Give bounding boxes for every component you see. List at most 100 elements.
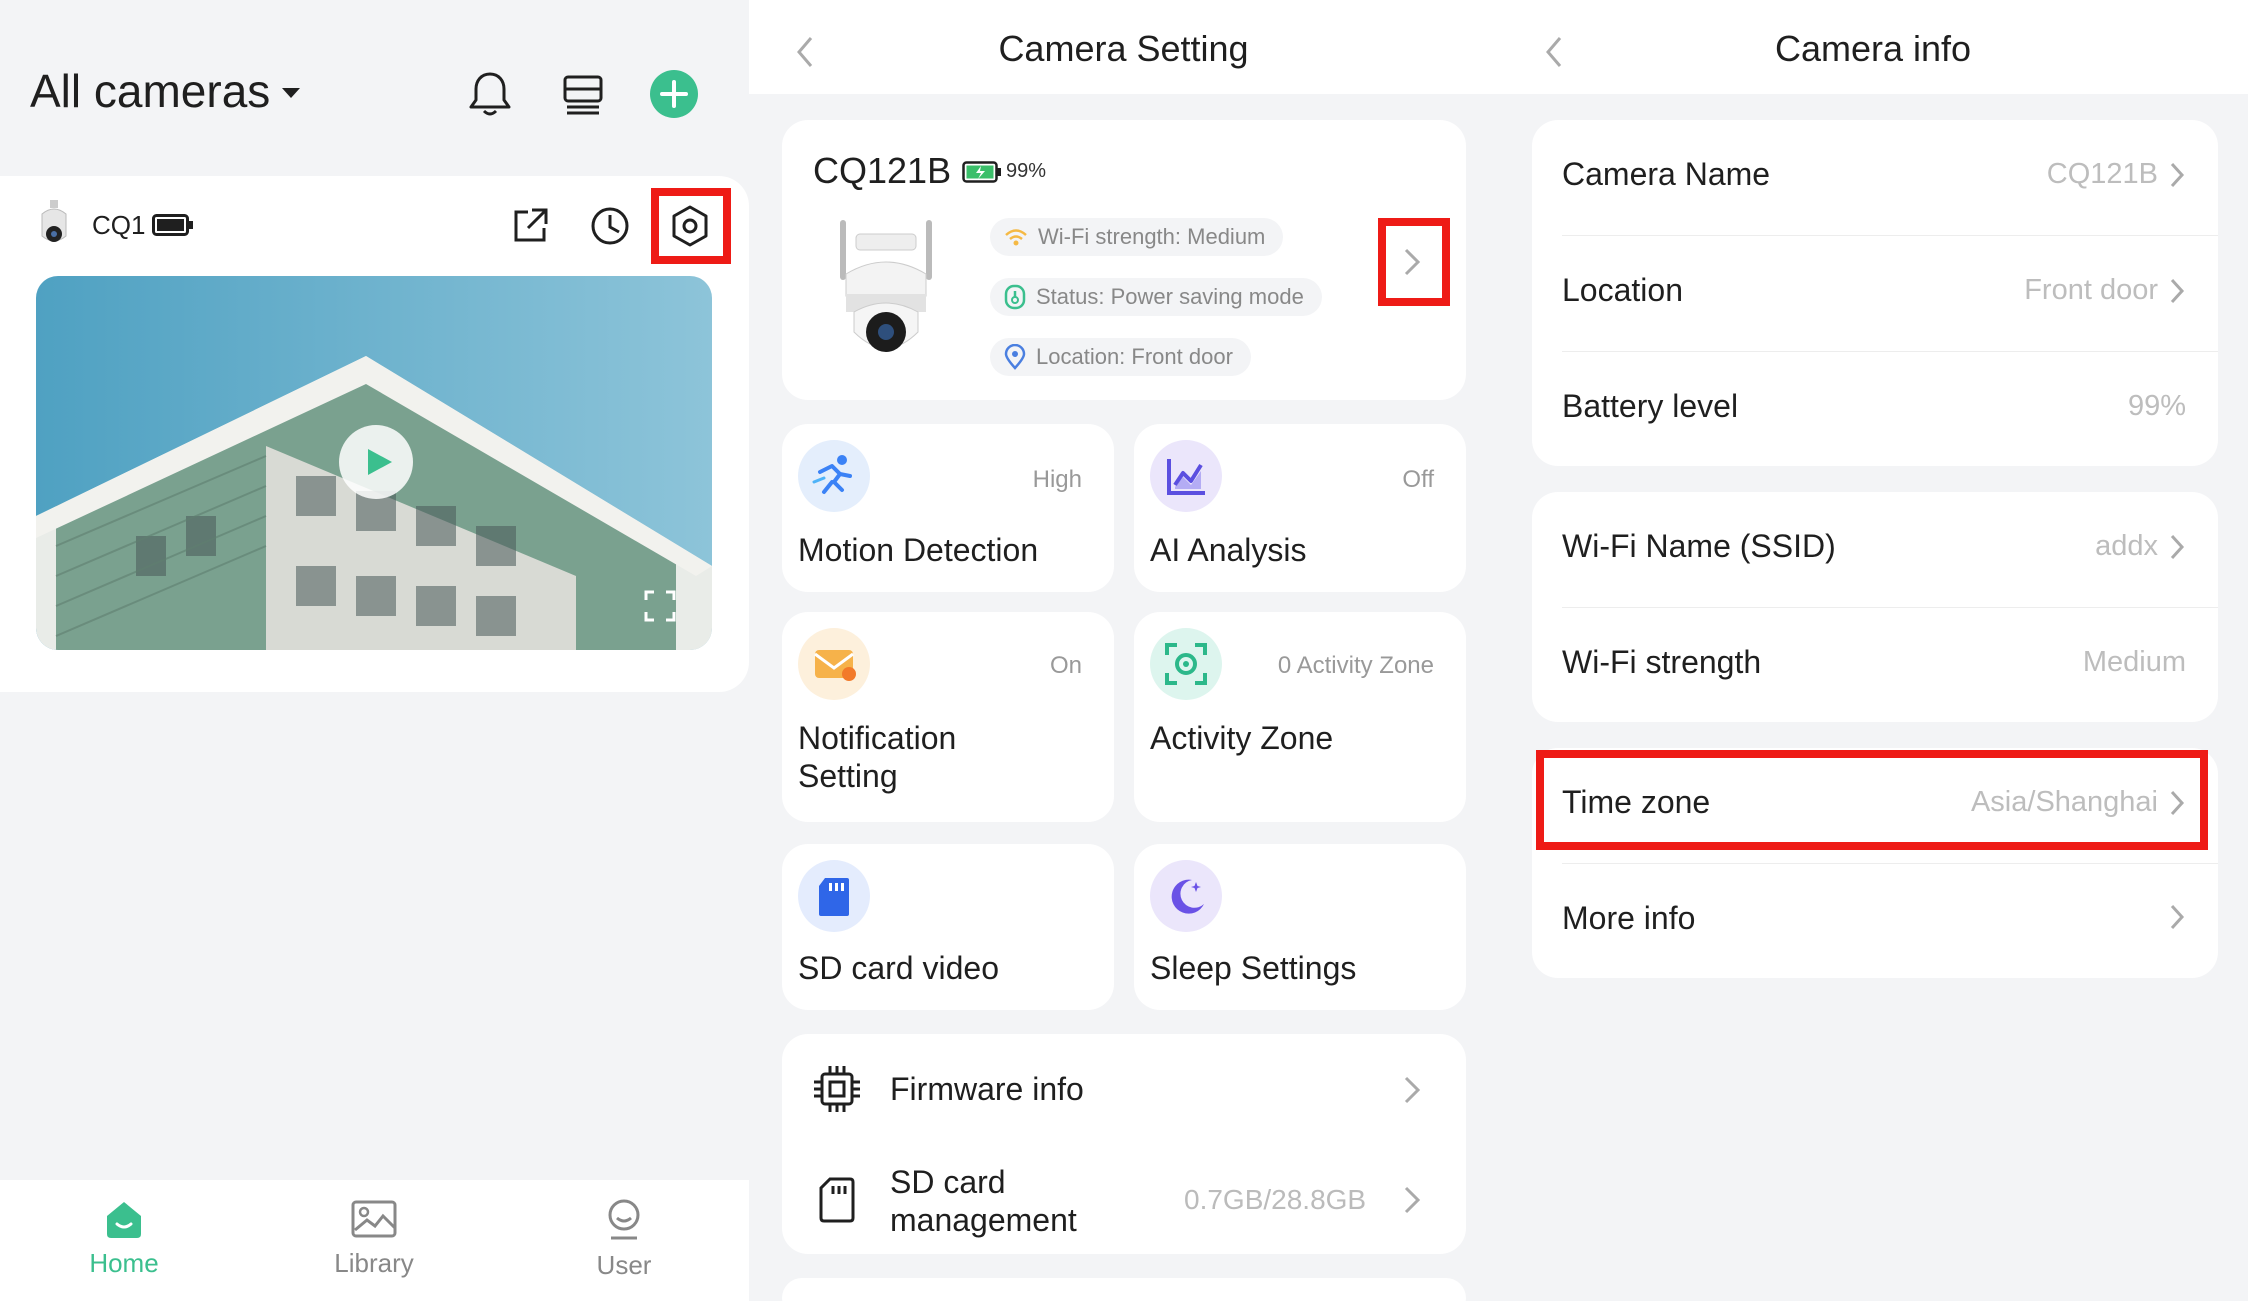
home-icon xyxy=(107,1202,141,1238)
history-button[interactable] xyxy=(580,196,640,256)
tab-library[interactable]: Library xyxy=(274,1198,474,1279)
chevron-right-icon xyxy=(1404,1186,1421,1214)
sd-card-management-label-line2: management xyxy=(890,1202,1077,1238)
battery-charging-icon xyxy=(962,160,1001,183)
clock-icon xyxy=(591,207,629,245)
chevron-right-icon xyxy=(1404,1076,1421,1104)
wifi-strength-row: Wi-Fi strength Medium xyxy=(1532,608,2218,724)
location-pin-icon xyxy=(1004,344,1026,370)
page-title: All cameras xyxy=(30,65,271,117)
activity-zone-icon xyxy=(1150,628,1222,700)
page-title: Camera info xyxy=(1774,28,1972,69)
location-value-group: Front door xyxy=(2024,274,2186,307)
battery-indicator: 99% xyxy=(962,160,1046,183)
camera-name-label: Camera Name xyxy=(1562,156,1771,192)
notification-setting-label-line1: Notification xyxy=(798,720,957,756)
tab-user[interactable]: User xyxy=(524,1198,724,1281)
ai-analysis-label: AI Analysis xyxy=(1150,532,1307,568)
notifications-button[interactable] xyxy=(460,64,520,124)
next-card-partial xyxy=(782,1278,1466,1301)
sd-card-icon xyxy=(798,860,870,932)
chevron-right-icon xyxy=(2170,278,2185,303)
ai-analysis-icon xyxy=(1150,440,1222,512)
notification-setting-value: On xyxy=(1049,652,1082,679)
add-camera-button[interactable] xyxy=(644,64,704,124)
play-icon xyxy=(339,425,413,499)
chevron-right-icon xyxy=(2170,904,2185,930)
location-pill: Location: Front door xyxy=(990,338,1251,376)
notification-setting-label-line2: Setting xyxy=(798,758,898,794)
battery-level-value-group: 99% xyxy=(2128,390,2186,423)
user-icon xyxy=(608,1199,640,1240)
wifi-strength-value: Medium xyxy=(2082,646,2186,678)
sd-card-chevron xyxy=(1402,1184,1422,1216)
power-saving-icon xyxy=(1004,284,1026,310)
wifi-strength-label: Wi-Fi strength xyxy=(1562,644,1762,680)
plus-circle-icon xyxy=(650,70,698,118)
wifi-name-value-group: addx xyxy=(2095,530,2186,563)
activity-zone-value: 0 Activity Zone xyxy=(1277,652,1434,679)
location-label: Location xyxy=(1562,272,1683,308)
sd-card-outline-icon xyxy=(818,1176,856,1224)
motion-detection-icon xyxy=(798,440,870,512)
battery-level-value: 99% xyxy=(2127,390,2186,422)
battery-level-label: Battery level xyxy=(1562,388,1739,424)
camera-name-value-group: CQ121B xyxy=(2047,158,2186,191)
wifi-name-row[interactable]: Wi-Fi Name (SSID) addx xyxy=(1532,492,2218,608)
location-row[interactable]: Location Front door xyxy=(1532,236,2218,352)
status-pill: Status: Power saving mode xyxy=(990,278,1322,316)
tab-library-label: Library xyxy=(334,1248,414,1278)
more-info-row[interactable]: More info xyxy=(1532,864,2218,980)
share-button[interactable] xyxy=(500,196,560,256)
play-button[interactable] xyxy=(338,424,414,500)
sd-card-management-label-line1: SD card xyxy=(890,1164,1006,1200)
wifi-name-value: addx xyxy=(2095,530,2158,562)
camera-product-image xyxy=(832,214,942,364)
camera-thumbnail-icon xyxy=(34,200,74,250)
ai-analysis-value: Off xyxy=(1402,466,1434,493)
camera-group-selector[interactable]: All cameras xyxy=(30,64,301,118)
camera-live-preview[interactable] xyxy=(36,276,712,650)
monitor-list-icon xyxy=(563,75,603,115)
camera-name-value: CQ121B xyxy=(2046,158,2158,190)
home-screen: All cameras CQ1 Home Library User xyxy=(0,0,749,1301)
tab-home[interactable]: Home xyxy=(24,1198,224,1279)
gallery-icon xyxy=(351,1200,397,1238)
battery-level-row: Battery level 99% xyxy=(1532,352,2218,468)
motion-detection-value: High xyxy=(1032,466,1082,493)
highlight-time-zone-row xyxy=(1536,750,2208,850)
tab-home-label: Home xyxy=(89,1248,159,1278)
more-info-value-group xyxy=(2168,902,2186,932)
notification-envelope-icon xyxy=(798,628,870,700)
camera-name-row[interactable]: Camera Name CQ121B xyxy=(1532,120,2218,236)
wifi-strength-value-group: Medium xyxy=(2083,646,2186,679)
share-icon xyxy=(514,208,548,242)
camera-name: CQ1 xyxy=(92,210,146,240)
firmware-info-row[interactable] xyxy=(782,1040,1466,1140)
status-text: Status: Power saving mode xyxy=(1036,284,1304,309)
tab-user-label: User xyxy=(596,1250,652,1280)
fullscreen-button[interactable] xyxy=(644,590,676,622)
battery-icon xyxy=(152,214,194,236)
device-name: CQ121B xyxy=(813,150,952,191)
bottom-tab-bar: Home Library User xyxy=(0,1180,749,1301)
highlight-settings-button xyxy=(651,188,731,264)
chevron-right-icon xyxy=(2170,534,2185,559)
multi-view-button[interactable] xyxy=(553,64,613,124)
fullscreen-icon xyxy=(644,590,676,622)
location-text: Location: Front door xyxy=(1036,344,1233,369)
location-value: Front door xyxy=(2024,274,2158,306)
caret-down-icon xyxy=(282,88,301,98)
sleep-settings-label: Sleep Settings xyxy=(1150,950,1357,986)
highlight-device-detail xyxy=(1378,218,1450,306)
more-info-label: More info xyxy=(1562,900,1696,936)
bell-icon xyxy=(469,72,511,116)
sd-card-capacity: 0.7GB/28.8GB xyxy=(1184,1184,1367,1215)
sd-card-video-label: SD card video xyxy=(798,950,999,986)
wifi-strength-text: Wi-Fi strength: Medium xyxy=(1038,224,1266,249)
page-title: Camera Setting xyxy=(998,28,1249,69)
battery-percent: 99% xyxy=(1006,160,1047,182)
chip-icon xyxy=(812,1064,862,1114)
activity-zone-label: Activity Zone xyxy=(1150,720,1334,756)
wifi-icon xyxy=(1005,229,1027,246)
